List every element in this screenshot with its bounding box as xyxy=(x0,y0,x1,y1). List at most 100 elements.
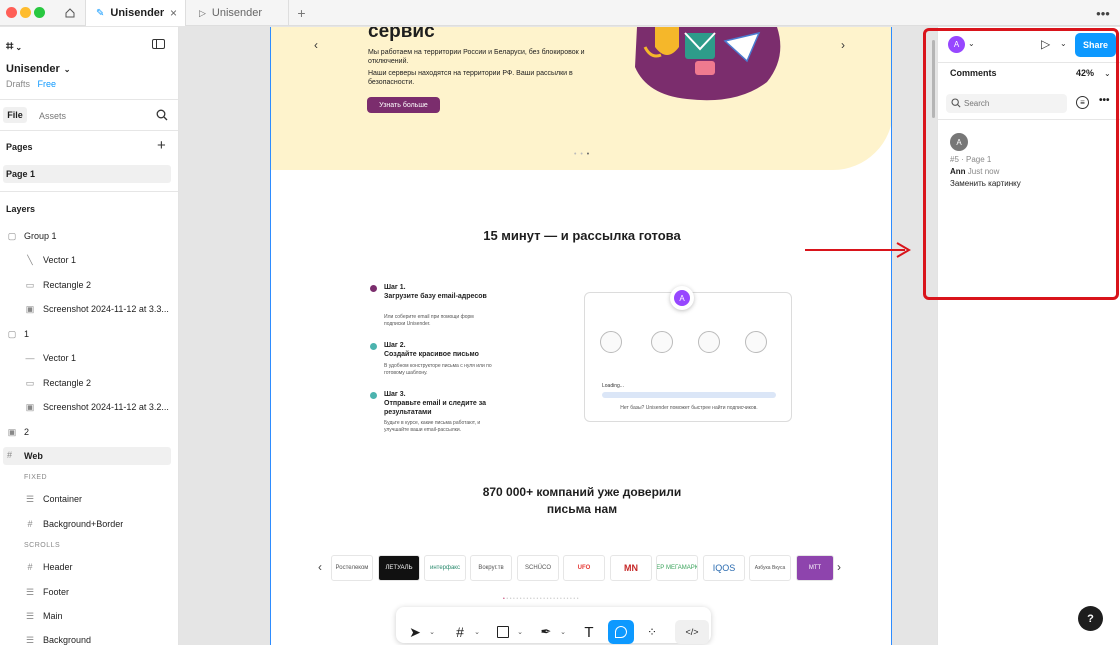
new-tab-button[interactable]: + xyxy=(288,0,314,26)
plan-badge[interactable]: Free xyxy=(38,79,57,89)
frame-icon: ☰ xyxy=(25,493,35,504)
upload-demo-card: Loading... Нет базы? Unisender поможет б… xyxy=(584,292,792,422)
layer-row[interactable]: ☰ Container xyxy=(0,487,178,511)
company-logo: СБЕР МЕГАМАРКЕТ xyxy=(656,555,698,581)
layer-row[interactable]: ▭ Rectangle 2 xyxy=(0,273,178,297)
frame-tool-dropdown-icon[interactable]: ⌄ xyxy=(472,620,482,644)
layer-row[interactable]: # Background+Border xyxy=(0,512,178,536)
canvas[interactable]: сервис Мы работаем на территории России … xyxy=(180,27,937,645)
step1-desc: Или соберите email при помощи форм подпи… xyxy=(384,314,474,327)
maximize-window-button[interactable] xyxy=(34,7,45,18)
layer-row[interactable]: # Header xyxy=(0,555,178,579)
layer-row[interactable]: ▣ 2 xyxy=(0,420,178,444)
tab-label: Unisender xyxy=(110,7,165,19)
layer-row[interactable]: ▢ 1 xyxy=(0,322,178,346)
frame-icon: # xyxy=(27,519,33,529)
layer-row[interactable]: ▣ Screenshot 2024-11-12 at 3.2... xyxy=(0,395,178,419)
tab-bar: ✎ Unisender × ▷ Unisender + ••• xyxy=(0,0,1120,26)
hero-learn-more-button[interactable]: Узнать больше xyxy=(367,97,440,113)
logos-next-icon[interactable]: › xyxy=(837,560,841,574)
page-item-label: Page 1 xyxy=(6,169,36,179)
layer-row[interactable]: — Vector 1 xyxy=(0,346,178,370)
home-tab[interactable] xyxy=(54,0,86,26)
company-logo: SCHÜCO xyxy=(517,555,559,581)
shape-tool-dropdown-icon[interactable]: ⌄ xyxy=(515,620,525,644)
tab-label: Unisender xyxy=(211,7,263,19)
tab-unisender-active[interactable]: ✎ Unisender × xyxy=(86,0,186,26)
layer-row[interactable]: ☰ Footer xyxy=(0,580,178,604)
pen-tool-dropdown-icon[interactable]: ⌄ xyxy=(558,620,568,644)
main-menu-button[interactable]: ⌗ ⌄ xyxy=(6,38,22,54)
frame-icon: # xyxy=(27,562,33,572)
layer-row[interactable]: ▢ Group 1 xyxy=(0,224,178,248)
hero-title: сервис xyxy=(368,27,435,42)
frame-tool-icon[interactable]: # xyxy=(448,620,472,644)
scrolls-label: SCROLLS xyxy=(24,542,61,549)
section-title: 15 минут — и рассылка готова xyxy=(483,228,681,243)
layer-row[interactable]: ╲ Vector 1 xyxy=(0,248,178,272)
loading-progress-bar xyxy=(602,392,776,398)
frame-icon: ☰ xyxy=(25,610,35,621)
hero-section: сервис Мы работаем на территории России … xyxy=(271,27,891,170)
company-logo: Ростелеком xyxy=(331,555,373,581)
step3-title: Шаг 3. Отправьте email и следите за резу… xyxy=(384,391,487,416)
more-menu-icon[interactable]: ••• xyxy=(1090,0,1116,26)
avatar xyxy=(698,331,720,353)
company-logo: интерфакс xyxy=(424,555,466,581)
home-icon xyxy=(65,8,74,18)
line-icon: — xyxy=(25,353,35,363)
resources-tool-icon[interactable]: ⁘ xyxy=(640,620,664,644)
layer-row[interactable]: ☰ Main xyxy=(0,604,178,628)
move-tool-icon[interactable]: ➤ xyxy=(403,620,427,644)
carousel-prev-icon[interactable]: ‹ xyxy=(314,38,318,52)
page-item-active[interactable]: Page 1 xyxy=(3,165,171,183)
logos-pagination-dots[interactable]: ••••••••••••••••••••••• xyxy=(503,596,580,602)
comment-pin[interactable]: A xyxy=(670,286,694,310)
code-icon: </> xyxy=(685,627,699,637)
hero-paragraph-2: Наши серверы находятся на территории РФ.… xyxy=(368,70,573,86)
help-button[interactable]: ? xyxy=(1078,606,1103,631)
company-logo: ЛЕТУАЛЬ xyxy=(378,555,420,581)
shape-tool-icon[interactable] xyxy=(491,620,515,644)
web-frame[interactable]: сервис Мы работаем на территории России … xyxy=(270,27,892,645)
close-window-button[interactable] xyxy=(6,7,17,18)
image-icon: ▣ xyxy=(25,303,35,314)
carousel-dots[interactable]: • • • xyxy=(574,151,590,158)
company-logo: Азбука Вкуса xyxy=(749,555,791,581)
step-bullet xyxy=(370,285,377,292)
tab-file[interactable]: File xyxy=(3,107,27,123)
file-name[interactable]: Unisender ⌄ xyxy=(6,63,71,75)
figma-file-icon: ✎ xyxy=(96,7,105,19)
minimize-window-button[interactable] xyxy=(20,7,31,18)
tab-assets[interactable]: Assets xyxy=(39,111,66,121)
tab-unisender-prototype[interactable]: ▷ Unisender xyxy=(187,0,287,26)
toggle-sidebar-icon[interactable] xyxy=(152,39,165,49)
play-icon: ▷ xyxy=(199,7,206,18)
file-location: Drafts Free xyxy=(6,79,57,89)
step-bullet xyxy=(370,343,377,350)
image-icon: ▣ xyxy=(7,426,17,437)
text-tool-icon[interactable]: T xyxy=(577,620,601,644)
fixed-label: FIXED xyxy=(24,474,48,481)
avatar xyxy=(745,331,767,353)
pages-title: Pages xyxy=(6,142,33,152)
layer-row-selected[interactable]: # Web xyxy=(3,447,171,465)
add-page-icon[interactable]: + xyxy=(157,137,166,154)
move-tool-dropdown-icon[interactable]: ⌄ xyxy=(427,620,437,644)
close-tab-icon[interactable]: × xyxy=(170,6,177,20)
dev-mode-toggle[interactable]: </> xyxy=(675,620,709,644)
search-icon[interactable] xyxy=(156,108,168,126)
comment-tool-icon[interactable] xyxy=(608,620,634,644)
layer-row[interactable]: ▭ Rectangle 2 xyxy=(0,371,178,395)
avatar xyxy=(651,331,673,353)
pen-tool-icon[interactable]: ✒ xyxy=(534,620,558,644)
carousel-next-icon[interactable]: › xyxy=(841,38,845,52)
step1-title: Шаг 1. Загрузите базу email-адресов xyxy=(384,284,487,300)
rectangle-icon: ▭ xyxy=(25,279,35,290)
layer-row[interactable]: ☰ Background xyxy=(0,628,178,645)
companies-title: 870 000+ компаний уже доверили письма на… xyxy=(482,485,682,516)
rectangle-icon: ▭ xyxy=(25,377,35,388)
layer-row[interactable]: ▣ Screenshot 2024-11-12 at 3.3... xyxy=(0,297,178,321)
logos-prev-icon[interactable]: ‹ xyxy=(318,560,322,574)
step3-desc: Будьте в курсе, какие письма работают, и… xyxy=(384,420,481,433)
